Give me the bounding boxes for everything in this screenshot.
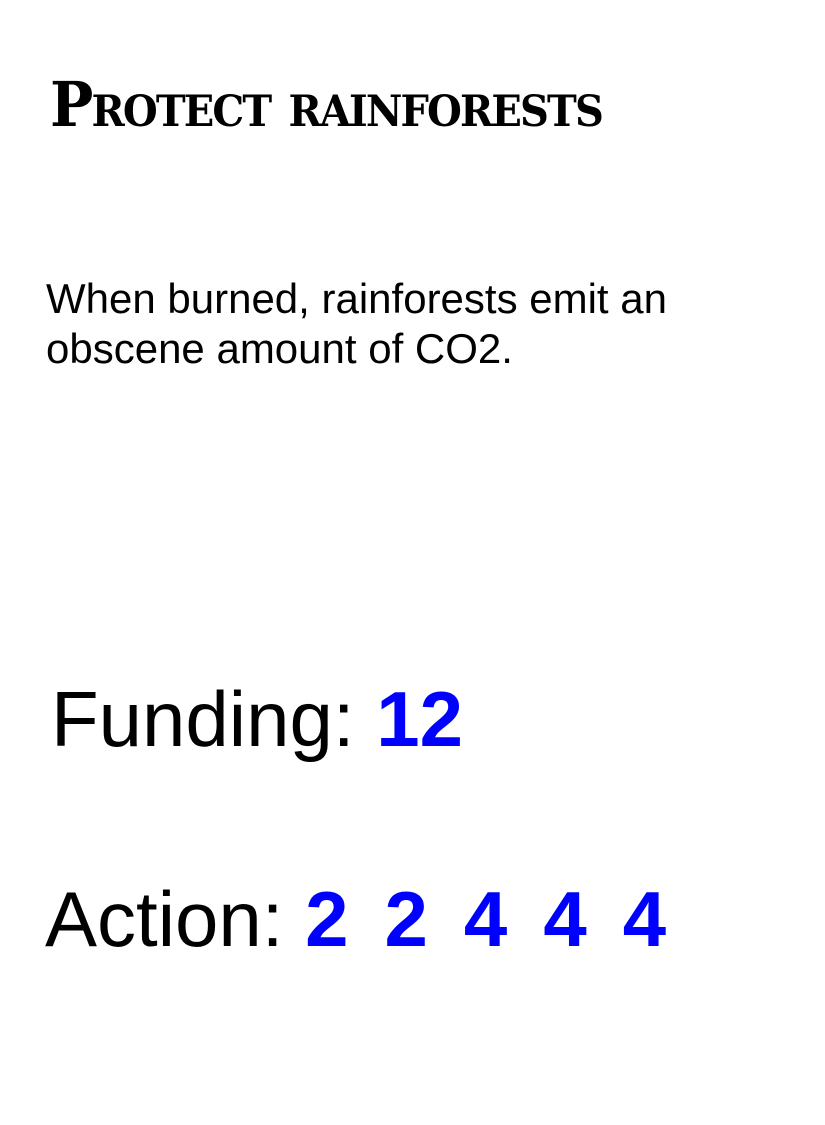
action-value: 2 <box>384 875 428 963</box>
funding-row: Funding: 12 <box>51 680 463 758</box>
funding-label: Funding: <box>51 675 355 763</box>
card-description: When burned, rainforests emit an obscene… <box>46 275 667 372</box>
action-row: Action: 22444 <box>45 880 702 958</box>
action-value: 4 <box>463 875 508 963</box>
card-title: Protect rainforests <box>50 68 604 141</box>
action-value: 4 <box>543 875 587 963</box>
action-value: 2 <box>305 875 349 963</box>
action-label: Action: <box>45 875 284 963</box>
funding-value: 12 <box>376 675 463 763</box>
action-value: 4 <box>622 875 667 963</box>
